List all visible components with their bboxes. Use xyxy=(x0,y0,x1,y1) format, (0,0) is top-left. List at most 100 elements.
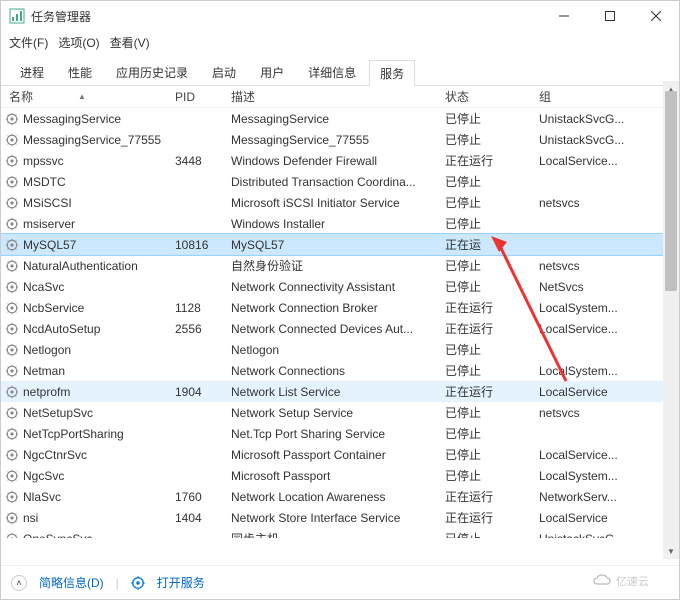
service-name: NlaSvc xyxy=(5,490,175,504)
menubar: 文件(F) 选项(O) 查看(V) xyxy=(1,31,679,53)
maximize-button[interactable] xyxy=(587,1,633,31)
service-name: NaturalAuthentication xyxy=(5,259,175,273)
menu-options[interactable]: 选项(O) xyxy=(58,34,99,51)
services-icon xyxy=(131,576,145,590)
service-desc: 自然身份验证 xyxy=(231,257,445,274)
table-row[interactable]: msiserverWindows Installer已停止 xyxy=(1,213,679,234)
service-status: 已停止 xyxy=(445,131,539,148)
tab-3[interactable]: 启动 xyxy=(201,59,247,85)
service-name: NcdAutoSetup xyxy=(5,322,175,336)
service-desc: MySQL57 xyxy=(231,238,445,252)
watermark: 亿速云 xyxy=(592,573,649,589)
brief-info-link[interactable]: 简略信息(D) xyxy=(39,574,104,591)
service-desc: Windows Installer xyxy=(231,217,445,231)
service-status: 已停止 xyxy=(445,404,539,421)
service-name: MySQL57 xyxy=(5,238,175,252)
table-row[interactable]: OneSyncSvc同步主机已停止UnistackSvcG... xyxy=(1,528,679,538)
table-row[interactable]: NetmanNetwork Connections已停止LocalSystem.… xyxy=(1,360,679,381)
table-row[interactable]: NgcCtnrSvcMicrosoft Passport Container已停… xyxy=(1,444,679,465)
tab-1[interactable]: 性能 xyxy=(57,59,103,85)
table-row[interactable]: MySQL5710816MySQL57正在运 xyxy=(1,234,679,255)
menu-file[interactable]: 文件(F) xyxy=(9,34,48,51)
service-desc: MessagingService_77555 xyxy=(231,133,445,147)
table-row[interactable]: NetTcpPortSharingNet.Tcp Port Sharing Se… xyxy=(1,423,679,444)
column-headers: 名称▲ PID 描述 状态 组 xyxy=(1,86,679,108)
chevron-up-icon[interactable]: ˄ xyxy=(11,575,27,591)
menu-view[interactable]: 查看(V) xyxy=(110,34,150,51)
service-status: 已停止 xyxy=(445,278,539,295)
service-name: NgcCtnrSvc xyxy=(5,448,175,462)
service-status: 已停止 xyxy=(445,530,539,538)
scroll-down-icon[interactable]: ▼ xyxy=(663,543,679,559)
table-row[interactable]: MessagingService_77555 MessagingService_7… xyxy=(1,129,679,150)
service-status: 已停止 xyxy=(445,425,539,442)
service-name: NetTcpPortSharing xyxy=(5,427,175,441)
service-group: LocalSystem... xyxy=(539,364,679,378)
table-row[interactable]: NlaSvc1760Network Location Awareness正在运行… xyxy=(1,486,679,507)
service-name: MSDTC xyxy=(5,175,175,189)
service-name: NgcSvc xyxy=(5,469,175,483)
table-row[interactable]: NaturalAuthentication 自然身份验证已停止netsvcs xyxy=(1,255,679,276)
service-status: 已停止 xyxy=(445,110,539,127)
tab-4[interactable]: 用户 xyxy=(249,59,295,85)
service-group: UnistackSvcG... xyxy=(539,532,679,539)
service-pid: 1128 xyxy=(175,301,231,315)
tab-2[interactable]: 应用历史记录 xyxy=(105,59,199,85)
service-name: netprofm xyxy=(5,385,175,399)
service-name: NetSetupSvc xyxy=(5,406,175,420)
table-row[interactable]: NetlogonNetlogon已停止 xyxy=(1,339,679,360)
service-group: LocalService xyxy=(539,511,679,525)
service-group: netsvcs xyxy=(539,259,679,273)
service-desc: Windows Defender Firewall xyxy=(231,154,445,168)
service-desc: Network Setup Service xyxy=(231,406,445,420)
tab-5[interactable]: 详细信息 xyxy=(297,59,367,85)
table-row[interactable]: NcaSvc Network Connectivity Assistant已停止N… xyxy=(1,276,679,297)
scrollbar[interactable]: ▲ ▼ xyxy=(663,81,679,559)
service-group: LocalService... xyxy=(539,154,679,168)
minimize-button[interactable] xyxy=(541,1,587,31)
service-name: MSiSCSI xyxy=(5,196,175,210)
footer: ˄ 简略信息(D) | 打开服务 xyxy=(1,565,679,599)
service-name: Netlogon xyxy=(5,343,175,357)
table-row[interactable]: netprofm1904Network List Service正在运行Loca… xyxy=(1,381,679,402)
service-status: 正在运行 xyxy=(445,299,539,316)
service-name: NcaSvc xyxy=(5,280,175,294)
service-status: 已停止 xyxy=(445,173,539,190)
service-desc: 同步主机 xyxy=(231,530,445,538)
table-row[interactable]: NetSetupSvcNetwork Setup Service已停止netsv… xyxy=(1,402,679,423)
app-icon xyxy=(9,8,25,24)
tabstrip: 进程性能应用历史记录启动用户详细信息服务 xyxy=(1,59,679,86)
table-row[interactable]: NcbService1128Network Connection Broker正… xyxy=(1,297,679,318)
service-group: NetSvcs xyxy=(539,280,679,294)
service-status: 已停止 xyxy=(445,257,539,274)
table-row[interactable]: MessagingServiceMessagingService已停止Unist… xyxy=(1,108,679,129)
service-name: Netman xyxy=(5,364,175,378)
service-desc: Network Location Awareness xyxy=(231,490,445,504)
service-desc: Network Connectivity Assistant xyxy=(231,280,445,294)
service-name: MessagingService_77555 xyxy=(5,133,175,147)
table-row[interactable]: MSiSCSIMicrosoft iSCSI Initiator Service… xyxy=(1,192,679,213)
col-name[interactable]: 名称▲ xyxy=(5,88,175,105)
service-status: 正在运行 xyxy=(445,320,539,337)
col-group[interactable]: 组 xyxy=(539,88,679,105)
service-group: LocalSystem... xyxy=(539,301,679,315)
service-group: UnistackSvcG... xyxy=(539,133,679,147)
service-pid: 3448 xyxy=(175,154,231,168)
service-name: nsi xyxy=(5,511,175,525)
service-desc: Network Store Interface Service xyxy=(231,511,445,525)
scroll-thumb[interactable] xyxy=(665,91,677,291)
service-status: 已停止 xyxy=(445,194,539,211)
table-row[interactable]: mpssvc3448Windows Defender Firewall正在运行L… xyxy=(1,150,679,171)
tab-6[interactable]: 服务 xyxy=(369,60,415,86)
table-row[interactable]: NgcSvcMicrosoft Passport已停止LocalSystem..… xyxy=(1,465,679,486)
col-pid[interactable]: PID xyxy=(175,90,231,104)
tab-0[interactable]: 进程 xyxy=(9,59,55,85)
col-desc[interactable]: 描述 xyxy=(231,88,445,105)
table-row[interactable]: MSDTCDistributed Transaction Coordina...… xyxy=(1,171,679,192)
table-row[interactable]: nsi1404Network Store Interface Service正在… xyxy=(1,507,679,528)
close-button[interactable] xyxy=(633,1,679,31)
col-status[interactable]: 状态 xyxy=(445,88,539,105)
open-services-link[interactable]: 打开服务 xyxy=(157,574,205,591)
service-desc: MessagingService xyxy=(231,112,445,126)
table-row[interactable]: NcdAutoSetup2556Network Connected Device… xyxy=(1,318,679,339)
